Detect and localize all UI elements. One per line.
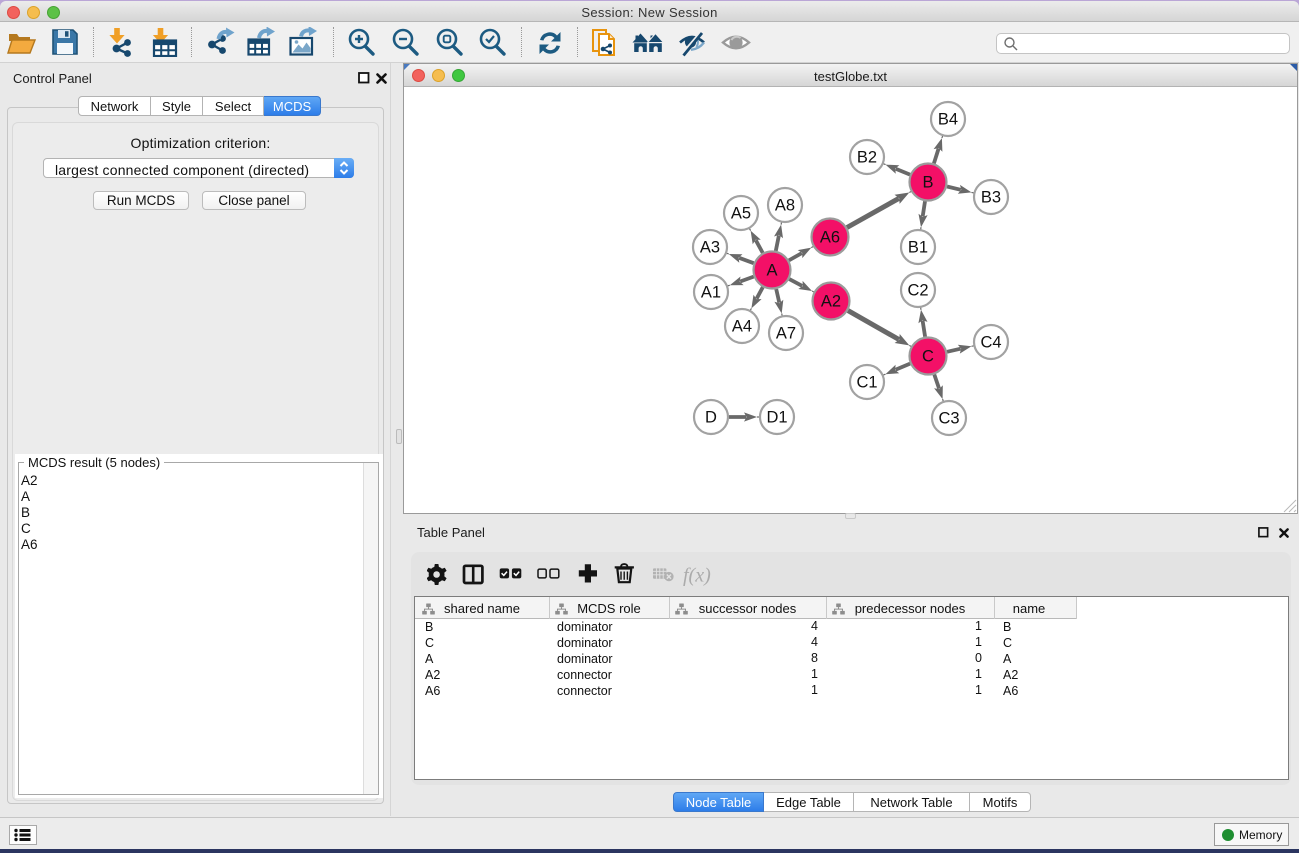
svg-text:A1: A1 bbox=[701, 284, 721, 302]
svg-text:A: A bbox=[766, 262, 777, 280]
svg-text:B4: B4 bbox=[938, 111, 958, 129]
svg-text:C1: C1 bbox=[856, 374, 877, 392]
svg-text:A4: A4 bbox=[732, 318, 752, 336]
svg-text:C3: C3 bbox=[938, 410, 959, 428]
svg-text:A2: A2 bbox=[821, 293, 841, 311]
svg-text:D: D bbox=[705, 409, 717, 427]
svg-text:A5: A5 bbox=[731, 205, 751, 223]
svg-text:C2: C2 bbox=[907, 282, 928, 300]
svg-text:A8: A8 bbox=[775, 197, 795, 215]
svg-text:D1: D1 bbox=[766, 409, 787, 427]
svg-text:f(x): f(x) bbox=[683, 565, 711, 587]
svg-text:B1: B1 bbox=[908, 239, 928, 257]
svg-text:A6: A6 bbox=[820, 229, 840, 247]
svg-text:B3: B3 bbox=[981, 189, 1001, 207]
svg-text:C: C bbox=[922, 348, 934, 366]
svg-text:A3: A3 bbox=[700, 239, 720, 257]
svg-text:B2: B2 bbox=[857, 149, 877, 167]
svg-text:A7: A7 bbox=[776, 325, 796, 343]
svg-text:C4: C4 bbox=[980, 334, 1001, 352]
svg-text:B: B bbox=[922, 174, 933, 192]
